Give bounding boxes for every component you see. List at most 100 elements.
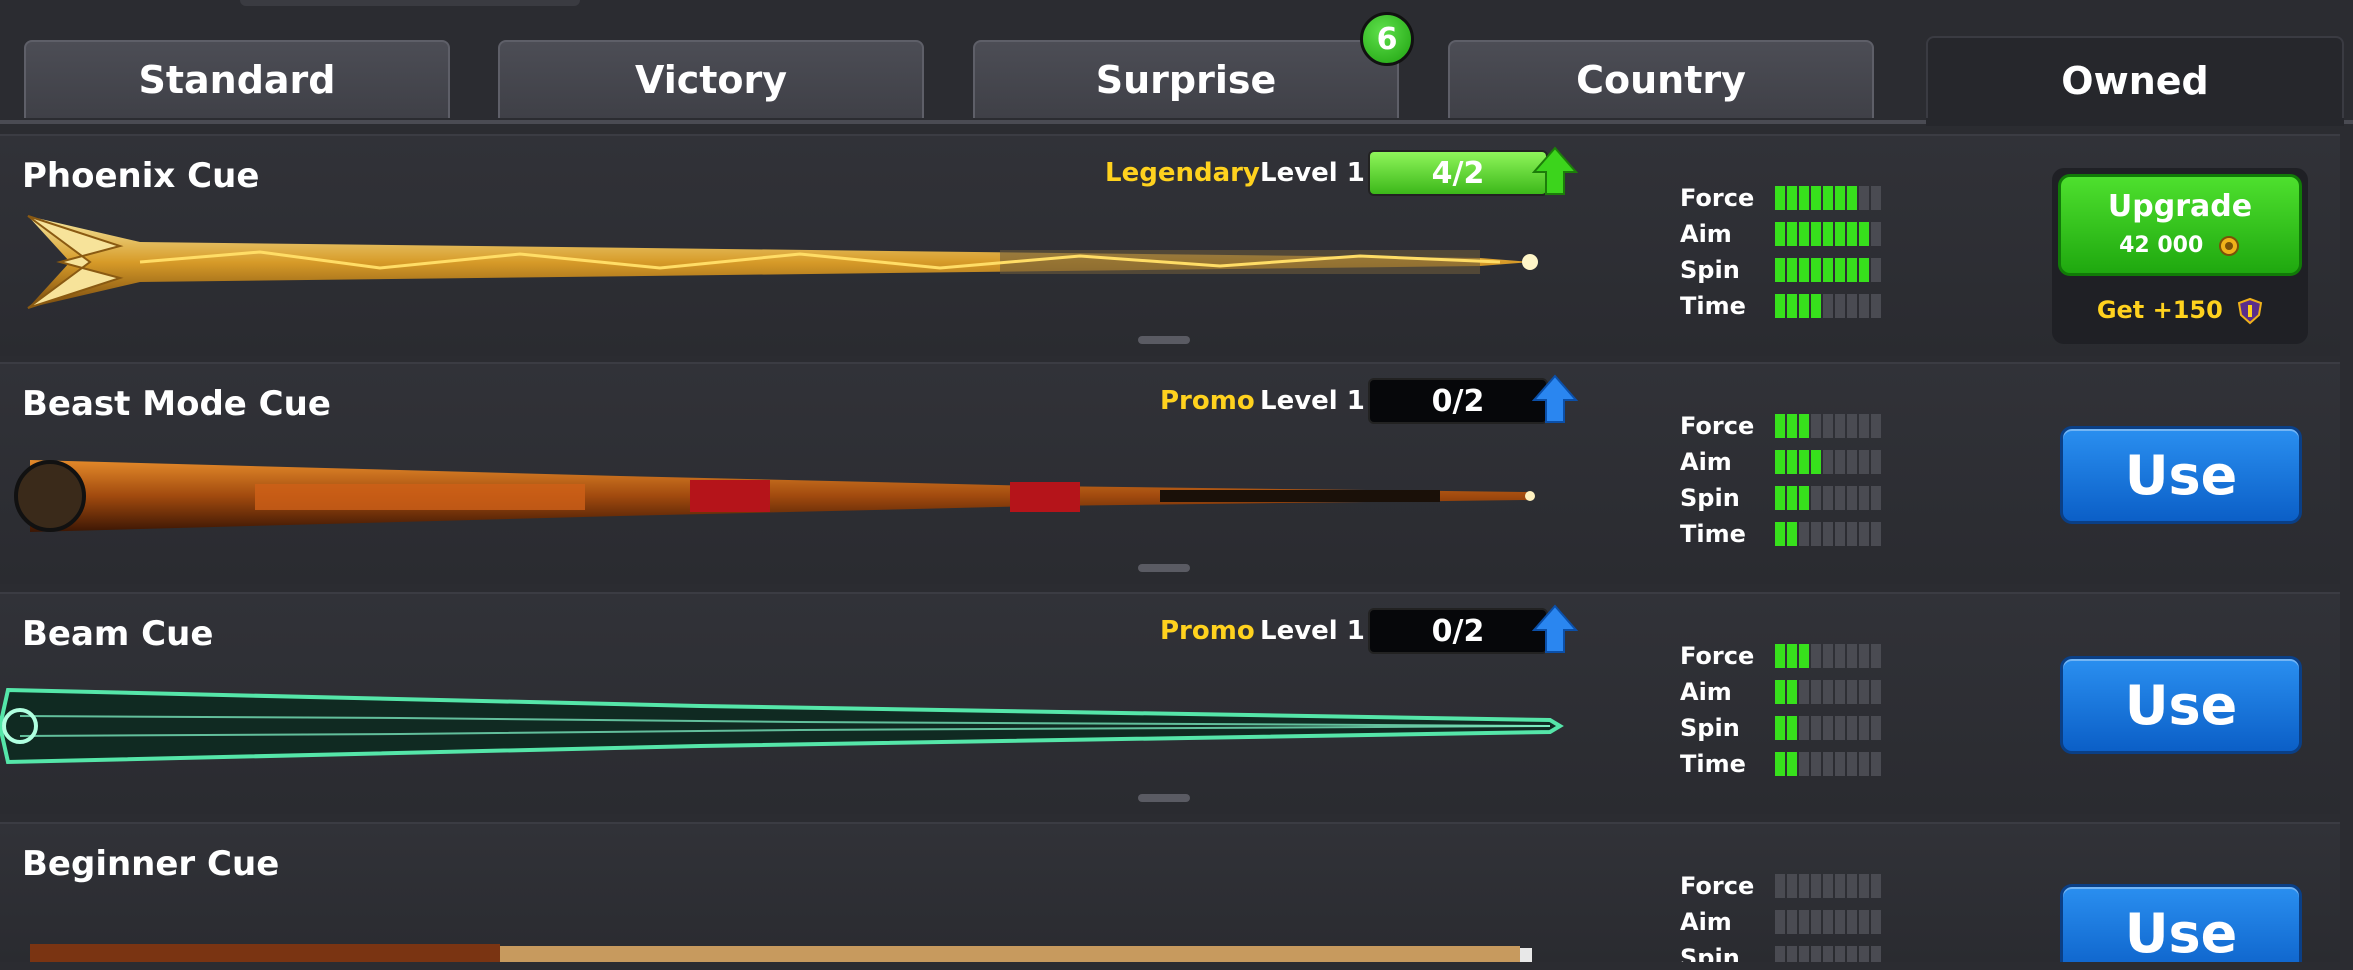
cue-name: Phoenix Cue [22, 156, 260, 196]
stat-segment-filled [1811, 450, 1821, 474]
get-bonus-link[interactable]: Get +150 [2052, 296, 2308, 325]
stat-segment-empty [1811, 946, 1821, 962]
tab-standard[interactable]: Standard [24, 40, 450, 118]
stat-segment-empty [1823, 414, 1833, 438]
tab-victory[interactable]: Victory [498, 40, 924, 118]
cue-rarity: Legendary [1105, 158, 1260, 188]
stat-segment-empty [1847, 522, 1857, 546]
stat-label-aim: Aim [1680, 220, 1732, 248]
cue-row-beam[interactable]: Beam Cue Promo Level 1 0/2 Force Aim Spi… [0, 592, 2340, 814]
stat-segment-filled [1799, 294, 1809, 318]
use-button[interactable]: Use [2060, 426, 2302, 524]
stat-segment-empty [1859, 644, 1869, 668]
stat-segment-filled [1835, 222, 1845, 246]
stat-label-time: Time [1680, 750, 1746, 778]
shield-icon [2238, 297, 2263, 325]
stat-segment-empty [1823, 910, 1833, 934]
surprise-notification-badge: 6 [1360, 12, 1414, 66]
stat-segment-empty [1871, 294, 1881, 318]
stat-segment-filled [1823, 258, 1833, 282]
use-button[interactable]: Use [2060, 656, 2302, 754]
cue-row-beginner[interactable]: Beginner Cue Force Aim Spin Use [0, 822, 2340, 962]
stat-segment-empty [1823, 522, 1833, 546]
stat-segment-empty [1859, 522, 1869, 546]
stat-label-aim: Aim [1680, 678, 1732, 706]
force-bar [1775, 186, 1881, 210]
stat-segment-empty [1871, 680, 1881, 704]
stat-segment-empty [1871, 486, 1881, 510]
stat-segment-empty [1871, 222, 1881, 246]
stat-segment-empty [1799, 910, 1809, 934]
upgrade-button[interactable]: Upgrade 42 000 [2058, 174, 2302, 276]
stat-segment-filled [1775, 486, 1785, 510]
get-bonus-text: Get +150 [2096, 296, 2223, 324]
tab-country[interactable]: Country [1448, 40, 1874, 118]
cue-row-phoenix[interactable]: Phoenix Cue Legendary Level 1 4/2 Force … [0, 134, 2340, 356]
stat-segment-empty [1811, 486, 1821, 510]
cue-level: Level 1 [1260, 386, 1365, 416]
stat-segment-filled [1799, 486, 1809, 510]
stat-segment-empty [1799, 522, 1809, 546]
stat-segment-empty [1871, 186, 1881, 210]
stat-segment-empty [1835, 716, 1845, 740]
tab-surprise[interactable]: Surprise [973, 40, 1399, 118]
stat-segment-empty [1847, 486, 1857, 510]
time-bar [1775, 294, 1881, 318]
level-up-arrow-icon [1532, 604, 1578, 653]
stat-segment-empty [1811, 910, 1821, 934]
level-up-arrow-icon [1532, 146, 1578, 195]
stat-segment-empty [1859, 910, 1869, 934]
stat-segment-empty [1871, 644, 1881, 668]
stat-segment-empty [1859, 414, 1869, 438]
stat-segment-filled [1811, 222, 1821, 246]
stat-segment-empty [1835, 294, 1845, 318]
cue-name: Beginner Cue [22, 844, 280, 884]
row-drag-handle[interactable] [1138, 794, 1190, 802]
spin-bar [1775, 258, 1881, 282]
stat-segment-filled [1835, 186, 1845, 210]
stat-segment-empty [1835, 644, 1845, 668]
cue-row-beast-mode[interactable]: Beast Mode Cue Promo Level 1 0/2 Force A… [0, 362, 2340, 584]
stat-segment-empty [1835, 414, 1845, 438]
stat-segment-empty [1859, 680, 1869, 704]
stat-segment-filled [1775, 680, 1785, 704]
stat-segment-empty [1859, 486, 1869, 510]
stat-segment-filled [1787, 294, 1797, 318]
stat-segment-filled [1811, 294, 1821, 318]
use-button[interactable]: Use [2060, 884, 2302, 962]
cue-name: Beast Mode Cue [22, 384, 331, 424]
stat-segment-empty [1871, 874, 1881, 898]
stat-segment-filled [1787, 716, 1797, 740]
stat-segment-filled [1799, 644, 1809, 668]
stat-segment-filled [1847, 258, 1857, 282]
tab-owned[interactable]: Owned [1926, 36, 2344, 124]
category-tabs: Standard Victory Surprise 6 Country Owne… [0, 0, 2353, 124]
stat-segment-empty [1859, 874, 1869, 898]
stat-segment-empty [1859, 186, 1869, 210]
stat-segment-empty [1835, 946, 1845, 962]
stat-segment-empty [1787, 874, 1797, 898]
stat-label-time: Time [1680, 520, 1746, 548]
stat-segment-filled [1787, 486, 1797, 510]
aim-bar [1775, 450, 1881, 474]
stat-segment-filled [1787, 752, 1797, 776]
stat-segment-filled [1787, 258, 1797, 282]
stat-segment-filled [1787, 414, 1797, 438]
stat-segment-empty [1859, 716, 1869, 740]
stat-segment-empty [1799, 716, 1809, 740]
stat-segment-empty [1823, 644, 1833, 668]
row-drag-handle[interactable] [1138, 336, 1190, 344]
level-progress-bar: 0/2 [1368, 378, 1548, 424]
stat-segment-empty [1835, 910, 1845, 934]
stat-segment-filled [1799, 186, 1809, 210]
upgrade-price: 42 000 [2061, 233, 2299, 258]
stat-segment-filled [1835, 258, 1845, 282]
stat-segment-filled [1775, 522, 1785, 546]
stat-segment-empty [1811, 414, 1821, 438]
stat-segment-filled [1811, 186, 1821, 210]
row-drag-handle[interactable] [1138, 564, 1190, 572]
force-bar [1775, 414, 1881, 438]
coin-gear-icon [2218, 236, 2239, 256]
stat-segment-empty [1775, 874, 1785, 898]
stat-segment-filled [1775, 752, 1785, 776]
